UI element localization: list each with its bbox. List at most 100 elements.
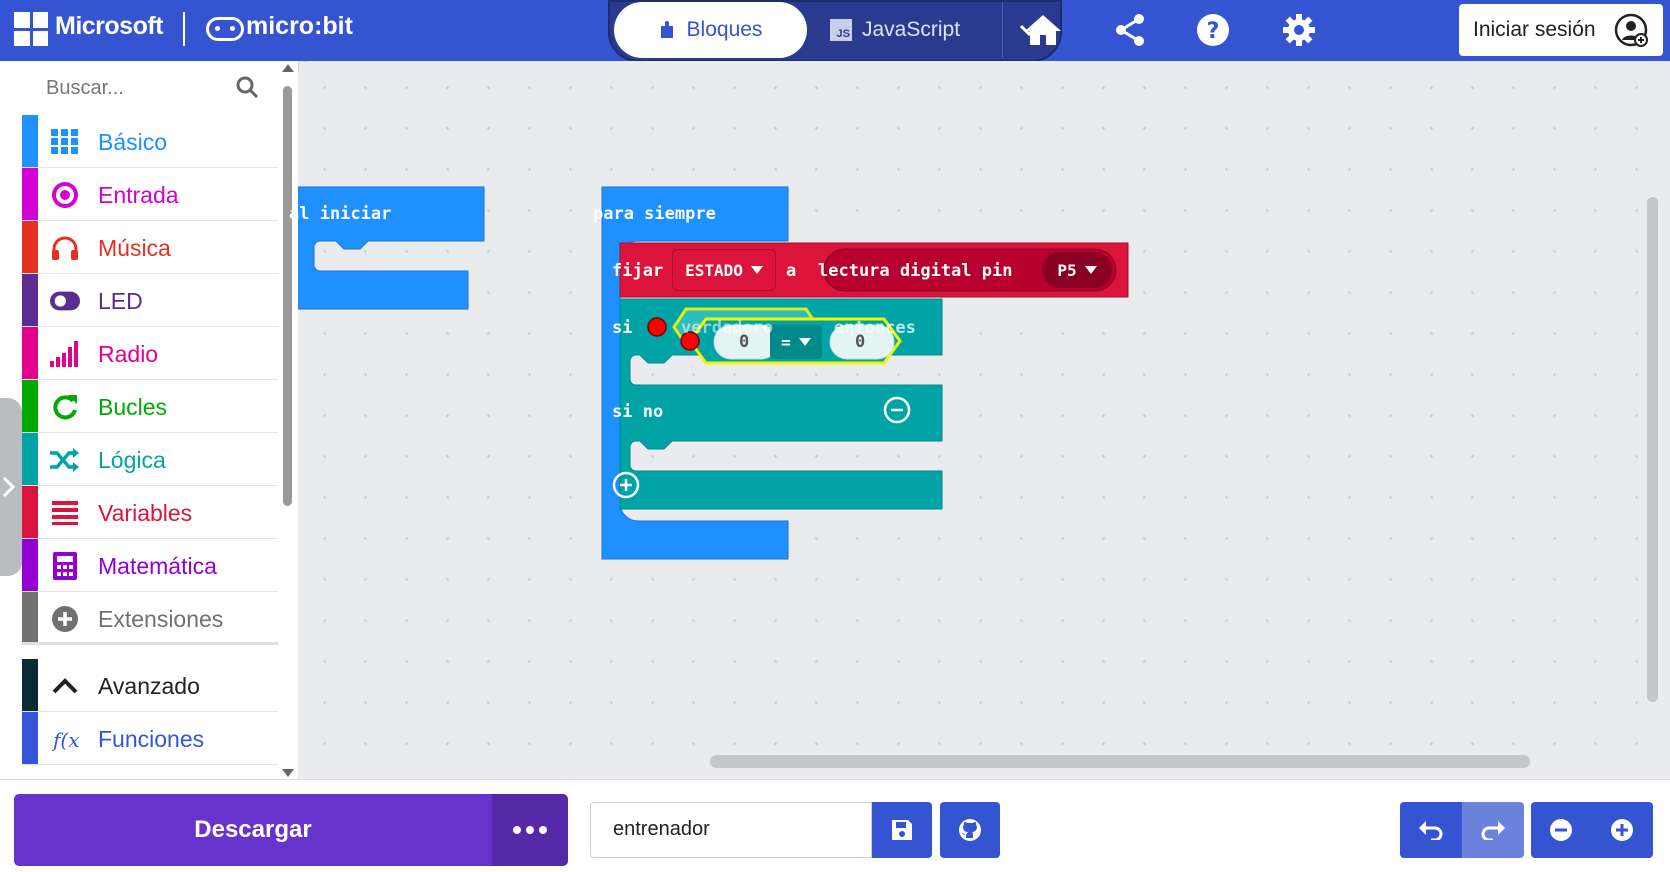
blocks-workspace[interactable]: al iniciar para siempre fijar ESTADO a l… [289, 61, 1670, 779]
list-icon [50, 498, 80, 528]
toggle-icon [50, 286, 80, 316]
workspace-vertical-scrollbar[interactable] [1647, 197, 1658, 702]
category-label: Avanzado [98, 673, 200, 699]
undo-icon [1419, 821, 1443, 840]
category-variables[interactable]: Variables [22, 486, 278, 539]
drag-connection-marker [647, 317, 667, 337]
toolbox: Básico Entrada Música LED Radio Bucles L… [0, 61, 298, 779]
category-logic[interactable]: Lógica [22, 433, 278, 486]
zoom-out-button[interactable] [1531, 802, 1591, 858]
zoom-in-icon [1611, 819, 1633, 841]
download-button[interactable]: Descargar [14, 794, 492, 866]
svg-text:?: ? [1207, 19, 1220, 44]
scroll-up-icon[interactable] [282, 63, 294, 72]
share-button[interactable] [1110, 12, 1150, 48]
category-extensions[interactable]: Extensiones [22, 592, 278, 645]
chevron-right-icon [2, 476, 16, 498]
calculator-icon [50, 551, 80, 581]
category-color-bar [22, 433, 38, 485]
variable-dropdown[interactable]: ESTADO [672, 249, 776, 291]
zoom-out-icon [1550, 819, 1572, 841]
category-led[interactable]: LED [22, 274, 278, 327]
scroll-down-icon[interactable] [282, 769, 294, 778]
toolbox-scrollbar[interactable] [279, 61, 298, 779]
function-icon: f(x) [50, 724, 80, 754]
github-button[interactable] [940, 802, 1000, 858]
simulator-toggle[interactable] [0, 398, 22, 576]
user-icon [1614, 13, 1648, 47]
operator-value: = [781, 332, 791, 352]
tab-javascript[interactable]: JS JavaScript [830, 2, 1000, 58]
chevron-up-icon [50, 671, 80, 701]
category-color-bar [22, 592, 38, 642]
then-label: entonces [834, 318, 916, 338]
digital-read-label: lectura digital pin [818, 261, 1013, 281]
circle-target-icon [50, 180, 80, 210]
home-button[interactable] [1023, 12, 1063, 48]
help-button[interactable]: ? [1193, 12, 1233, 48]
category-loops[interactable]: Bucles [22, 380, 278, 433]
undo-button[interactable] [1400, 802, 1462, 858]
microbit-brand[interactable]: micro:bit [246, 12, 353, 41]
variable-name: ESTADO [685, 260, 743, 280]
category-color-bar [22, 659, 38, 711]
signal-bars-icon [50, 339, 80, 369]
category-label: Extensiones [98, 606, 224, 632]
javascript-icon: JS [830, 19, 852, 41]
if-label: si [612, 318, 633, 338]
pin-value: P5 [1057, 260, 1077, 280]
pin-dropdown[interactable]: P5 [1042, 252, 1112, 288]
category-basic[interactable]: Básico [22, 115, 278, 168]
category-color-bar [22, 486, 38, 538]
refresh-icon [50, 392, 80, 422]
search-icon[interactable] [235, 75, 259, 99]
category-input[interactable]: Entrada [22, 168, 278, 221]
puzzle-piece-icon [660, 21, 673, 38]
blocks-canvas [298, 186, 1129, 560]
dropdown-arrow-icon [798, 338, 811, 346]
microbit-logo-icon [206, 17, 244, 41]
tab-blocks[interactable]: Bloques [614, 2, 807, 58]
category-radio[interactable]: Radio [22, 327, 278, 380]
category-advanced[interactable]: Avanzado [22, 659, 278, 712]
category-music[interactable]: Música [22, 221, 278, 274]
category-functions[interactable]: f(x) Funciones [22, 712, 278, 765]
svg-text:f(x): f(x) [51, 728, 79, 752]
category-label: Bucles [98, 394, 168, 420]
category-color-bar [22, 221, 38, 273]
signin-button[interactable]: Iniciar sesión [1459, 4, 1663, 56]
save-button[interactable] [872, 802, 932, 858]
bottom-toolbar: Descargar [0, 779, 1670, 872]
to-label: a [786, 261, 797, 281]
category-color-bar [22, 539, 38, 591]
settings-button[interactable] [1279, 12, 1319, 48]
share-icon [1116, 14, 1144, 46]
toolbox-scroll-thumb[interactable] [283, 86, 292, 506]
category-math[interactable]: Matemática [22, 539, 278, 592]
redo-button[interactable] [1462, 802, 1524, 858]
on-start-label: al iniciar [289, 204, 392, 224]
category-label: Básico [98, 129, 168, 155]
more-dots-icon [513, 826, 521, 834]
microsoft-logo-icon [14, 12, 48, 46]
operator-dropdown[interactable]: = [770, 325, 822, 359]
true-ghost-label: verdadero [681, 318, 774, 338]
search-input[interactable] [44, 73, 228, 103]
category-label: LED [98, 288, 143, 314]
category-label: Matemática [98, 553, 217, 579]
zoom-in-button[interactable] [1591, 802, 1653, 858]
plus-circle-icon [50, 604, 80, 634]
download-label: Descargar [194, 816, 312, 843]
category-label: Lógica [98, 447, 166, 473]
category-color-bar [22, 380, 38, 432]
signin-label: Iniciar sesión [1473, 18, 1596, 41]
right-operand[interactable]: 0 [855, 332, 865, 352]
workspace-horizontal-scrollbar[interactable] [710, 755, 1530, 768]
download-more-button[interactable] [492, 794, 568, 866]
left-operand[interactable]: 0 [739, 332, 749, 352]
project-name-input[interactable] [611, 817, 855, 842]
set-label: fijar [612, 261, 664, 281]
forever-label: para siempre [593, 204, 716, 224]
dropdown-arrow-icon [750, 266, 763, 274]
grid-icon [50, 127, 80, 157]
